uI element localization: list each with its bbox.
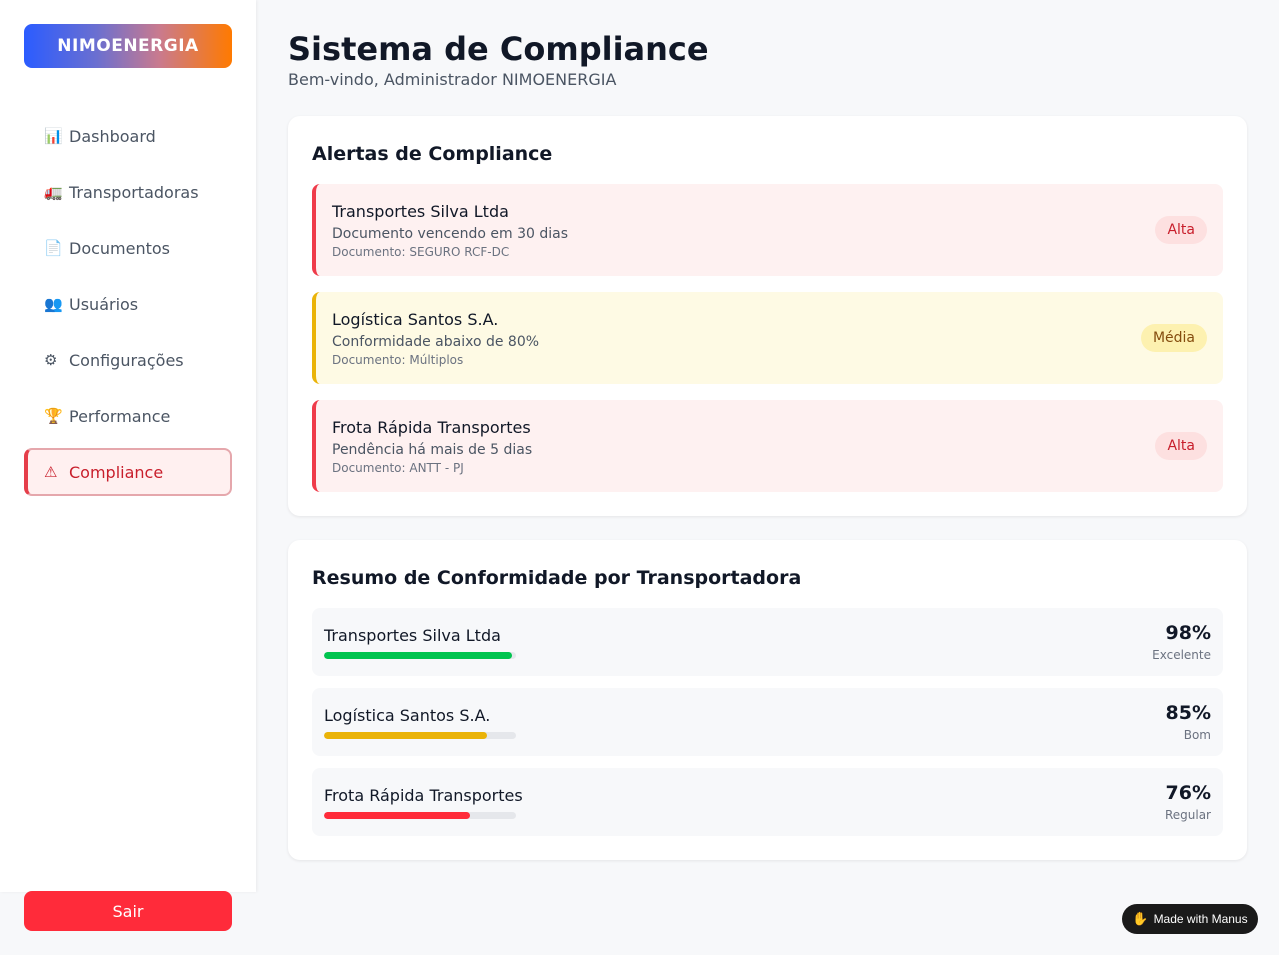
compliance-progress-bar	[324, 732, 516, 739]
users-icon: 👥	[44, 295, 63, 313]
compliance-progress-fill	[324, 652, 513, 659]
sidebar-item-label: Usuários	[69, 294, 139, 314]
gear-icon: ⚙	[44, 351, 58, 369]
sidebar-item-compliance[interactable]: ⚠ Compliance	[24, 448, 232, 496]
page-subtitle: Bem-vindo, Administrador NIMOENERGIA	[288, 70, 617, 89]
priority-badge: Alta	[1155, 216, 1207, 244]
compliance-progress-bar	[324, 812, 516, 819]
sidebar-item-label: Performance	[69, 406, 171, 426]
alerts-title: Alertas de Compliance	[312, 143, 553, 165]
priority-badge: Alta	[1155, 432, 1207, 460]
alert-company-name: Transportes Silva Ltda	[332, 202, 509, 221]
alert-document: Documento: ANTT - PJ	[332, 461, 464, 475]
alert-description: Pendência há mais de 5 dias	[332, 442, 533, 458]
truck-icon: 🚛	[44, 183, 63, 201]
sidebar: NIMOENERGIA 📊 Dashboard 🚛 Transportadora…	[0, 0, 256, 892]
summary-row: Frota Rápida Transportes 76% Regular	[312, 768, 1223, 836]
sidebar-nav: 📊 Dashboard 🚛 Transportadoras 📄 Document…	[24, 112, 232, 504]
compliance-rating: Regular	[1164, 808, 1211, 822]
trophy-icon: 🏆	[44, 407, 63, 425]
compliance-percent: 76%	[1165, 782, 1211, 804]
summary-company-name: Frota Rápida Transportes	[324, 786, 523, 805]
manus-hand-icon: ✋	[1132, 911, 1149, 926]
sidebar-item-label: Transportadoras	[69, 182, 199, 202]
compliance-progress-fill	[324, 812, 470, 819]
compliance-percent: 98%	[1165, 622, 1211, 644]
compliance-summary-card: Resumo de Conformidade por Transportador…	[288, 540, 1247, 860]
summary-row: Logística Santos S.A. 85% Bom	[312, 688, 1223, 756]
compliance-percent: 85%	[1165, 702, 1211, 724]
sidebar-item-label: Configurações	[69, 350, 184, 370]
alert-description: Documento vencendo em 30 dias	[332, 226, 569, 242]
sidebar-item-dashboard[interactable]: 📊 Dashboard	[24, 112, 232, 160]
summary-company-name: Transportes Silva Ltda	[324, 626, 501, 645]
sidebar-item-label: Compliance	[69, 462, 164, 482]
priority-badge: Média	[1140, 324, 1207, 352]
sidebar-item-label: Documentos	[69, 238, 171, 258]
alert-item[interactable]: Frota Rápida Transportes Pendência há ma…	[312, 400, 1223, 492]
brand-logo[interactable]: NIMOENERGIA	[24, 24, 232, 68]
sidebar-item-performance[interactable]: 🏆 Performance	[24, 392, 232, 440]
sidebar-item-usuarios[interactable]: 👥 Usuários	[24, 280, 232, 328]
made-with-manus-label: Made with Manus	[1153, 912, 1248, 926]
alert-item[interactable]: Logística Santos S.A. Conformidade abaix…	[312, 292, 1223, 384]
alert-description: Conformidade abaixo de 80%	[332, 334, 540, 350]
sidebar-item-label: Dashboard	[69, 126, 156, 146]
sidebar-item-configuracoes[interactable]: ⚙ Configurações	[24, 336, 232, 384]
alert-document: Documento: SEGURO RCF-DC	[332, 245, 510, 259]
logout-button[interactable]: Sair	[24, 891, 232, 931]
compliance-progress-bar	[324, 652, 516, 659]
alert-document: Documento: Múltiplos	[332, 353, 464, 367]
alert-company-name: Frota Rápida Transportes	[332, 418, 531, 437]
warning-icon: ⚠	[44, 463, 58, 481]
compliance-rating: Bom	[1183, 728, 1211, 742]
page-title: Sistema de Compliance	[288, 30, 709, 68]
summary-company-name: Logística Santos S.A.	[324, 706, 491, 725]
compliance-progress-fill	[324, 732, 488, 739]
compliance-rating: Excelente	[1152, 648, 1211, 662]
summary-title: Resumo de Conformidade por Transportador…	[312, 567, 802, 589]
made-with-manus-badge[interactable]: ✋ Made with Manus	[1122, 904, 1258, 934]
alert-company-name: Logística Santos S.A.	[332, 310, 499, 329]
bar-chart-icon: 📊	[44, 127, 63, 145]
sidebar-item-documentos[interactable]: 📄 Documentos	[24, 224, 232, 272]
sidebar-item-transportadoras[interactable]: 🚛 Transportadoras	[24, 168, 232, 216]
document-icon: 📄	[44, 239, 63, 257]
alert-item[interactable]: Transportes Silva Ltda Documento vencend…	[312, 184, 1223, 276]
alerts-card: Alertas de Compliance Transportes Silva …	[288, 116, 1247, 516]
summary-row: Transportes Silva Ltda 98% Excelente	[312, 608, 1223, 676]
